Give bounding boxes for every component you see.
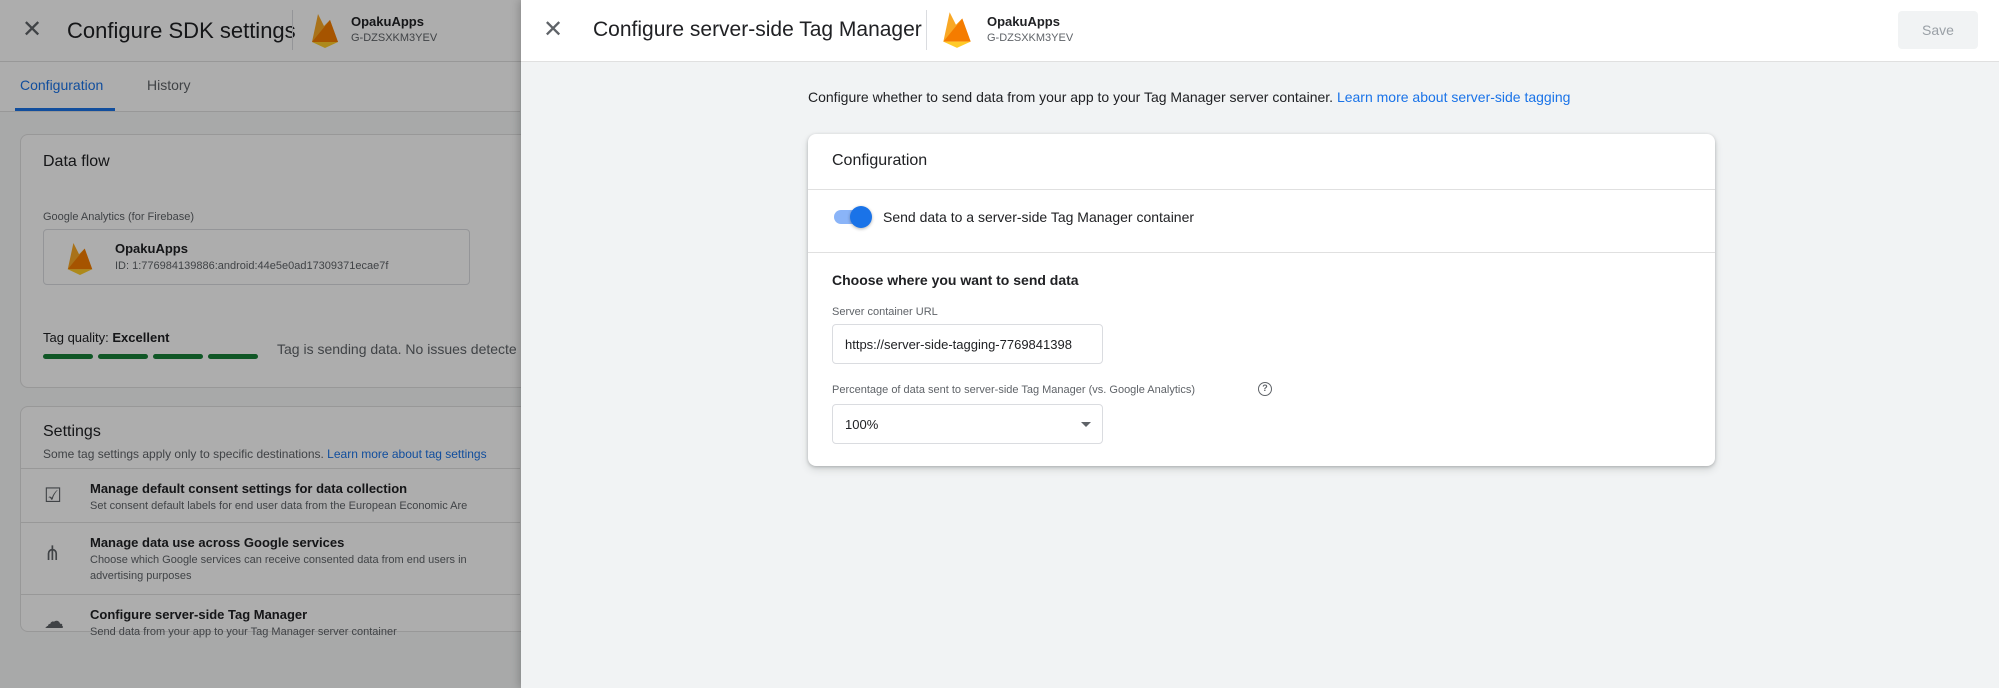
configuration-card: Configuration Send data to a server-side…	[808, 134, 1715, 466]
server-url-input[interactable]	[832, 324, 1103, 364]
server-side-tagging-link[interactable]: Learn more about server-side tagging	[1337, 89, 1570, 105]
app-id: G-DZSXKM3YEV	[987, 32, 1074, 44]
toggle-knob[interactable]	[850, 206, 872, 228]
save-button[interactable]: Save	[1898, 11, 1978, 49]
configuration-title: Configuration	[832, 152, 928, 169]
chevron-down-icon	[1081, 422, 1091, 427]
app-name: OpakuApps	[987, 14, 1060, 29]
close-icon[interactable]: ✕	[539, 16, 567, 44]
sheet-header: ✕ Configure server-side Tag Manager Opak…	[521, 0, 1999, 62]
server-url-label: Server container URL	[832, 306, 938, 318]
card-divider	[808, 189, 1715, 190]
toggle-label: Send data to a server-side Tag Manager c…	[883, 209, 1195, 225]
percentage-select[interactable]: 100%	[832, 404, 1103, 444]
intro-description: Configure whether to send data from your…	[808, 89, 1334, 105]
help-icon[interactable]: ?	[1258, 382, 1272, 396]
firebase-flame-icon	[943, 12, 971, 48]
header-divider	[926, 10, 927, 50]
card-divider	[808, 252, 1715, 253]
section-title: Choose where you want to send data	[832, 272, 1079, 288]
intro-text: Configure whether to send data from your…	[808, 89, 1570, 105]
sheet-title: Configure server-side Tag Manager	[593, 18, 922, 41]
server-side-tag-manager-sheet: ✕ Configure server-side Tag Manager Opak…	[521, 0, 1999, 688]
percentage-label: Percentage of data sent to server-side T…	[832, 384, 1195, 396]
percentage-selected-value: 100%	[845, 417, 879, 432]
